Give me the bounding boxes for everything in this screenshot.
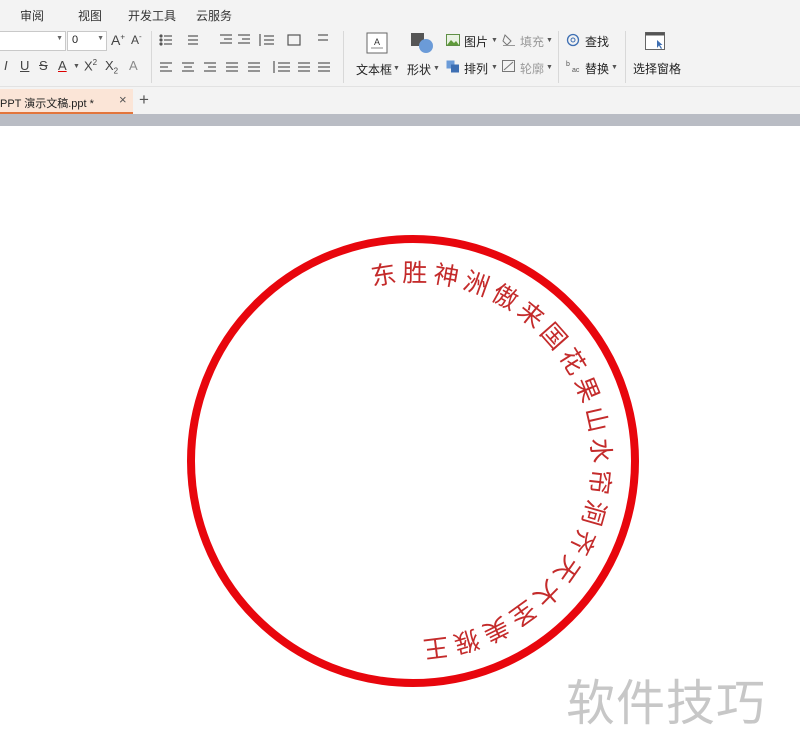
document-tab-title: PPT 演示文稿.ppt * [0, 98, 94, 110]
workspace-divider [0, 114, 800, 126]
chevron-down-icon[interactable]: ▼ [73, 63, 80, 70]
ribbon-separator [558, 31, 559, 83]
seal-graphic[interactable]: 东胜神洲傲来国花果山水帘洞齐天大圣美猴王 [0, 126, 800, 756]
seal-char: 圣 [504, 595, 541, 633]
font-name-input[interactable]: ▼ [0, 31, 66, 51]
seal-char: 洲 [460, 266, 493, 302]
ribbon-toolbar: ▼ 0 ▼ A+ A- I U S A ▼ X2 X2 A A 文本框 ▼ 形状… [0, 27, 800, 87]
italic-icon[interactable]: I [4, 58, 8, 73]
menu-tab-developer[interactable]: 开发工具 [128, 7, 176, 24]
seal-char: 果 [569, 372, 605, 406]
seal-char: 水 [586, 437, 616, 464]
clear-format-icon[interactable]: A [129, 58, 138, 73]
seal-char: 齐 [564, 524, 601, 559]
new-tab-button[interactable]: + [139, 91, 149, 108]
menu-tab-cloud[interactable]: 云服务 [196, 7, 232, 24]
svg-text:A: A [374, 37, 380, 47]
ribbon-separator [343, 31, 344, 83]
chevron-down-icon[interactable]: ▼ [433, 65, 440, 72]
seal-char: 洞 [576, 497, 611, 529]
textbox-icon[interactable]: A [366, 32, 388, 54]
svg-text:b: b [566, 61, 570, 68]
grow-font-icon[interactable]: A+ [111, 32, 125, 48]
close-icon[interactable]: × [119, 92, 127, 107]
arrange-icon[interactable] [446, 60, 460, 73]
chevron-down-icon[interactable]: ▼ [546, 37, 553, 44]
find-button[interactable]: 查找 [585, 33, 609, 50]
chevron-down-icon[interactable]: ▼ [546, 64, 553, 71]
font-size-value: 0 [72, 34, 79, 46]
ribbon-separator [625, 31, 626, 83]
subscript-icon[interactable]: X2 [105, 58, 118, 76]
strikethrough-icon[interactable]: S [39, 58, 48, 73]
replace-icon[interactable]: b ac [566, 59, 582, 73]
chevron-down-icon[interactable]: ▼ [97, 35, 104, 42]
seal-char: 美 [478, 611, 513, 648]
selection-pane-icon[interactable] [645, 32, 665, 50]
document-tab-bar: PPT 演示文稿.ppt * × + [0, 87, 800, 114]
outline-icon[interactable] [502, 60, 516, 73]
menu-tab-review[interactable]: 审阅 [20, 7, 44, 24]
paragraph-tools-icon[interactable] [158, 33, 378, 83]
seal-char: 王 [422, 632, 450, 664]
chevron-down-icon[interactable]: ▼ [56, 35, 63, 42]
shrink-font-icon[interactable]: A- [131, 32, 142, 47]
seal-char: 山 [579, 404, 613, 435]
seal-ring[interactable] [187, 235, 639, 687]
chevron-down-icon[interactable]: ▼ [611, 64, 618, 71]
chevron-down-icon[interactable]: ▼ [491, 37, 498, 44]
watermark-text: 软件技巧 [566, 675, 767, 732]
chevron-down-icon[interactable]: ▼ [491, 64, 498, 71]
picture-button[interactable]: 图片 [464, 33, 488, 50]
menu-bar: 审阅 视图 开发工具 云服务 [0, 0, 800, 27]
shape-button[interactable]: 形状 [407, 61, 431, 78]
shape-icon[interactable] [410, 32, 434, 54]
textbox-button[interactable]: 文本框 [356, 61, 392, 78]
ribbon-separator [151, 31, 152, 83]
seal-char: 花 [554, 343, 592, 380]
seal-char: 神 [431, 259, 461, 292]
fill-icon[interactable] [502, 33, 516, 46]
chevron-down-icon[interactable]: ▼ [393, 65, 400, 72]
arrange-button[interactable]: 排列 [464, 60, 488, 77]
menu-tab-view[interactable]: 视图 [78, 7, 102, 24]
outline-button[interactable]: 轮廓 [520, 60, 544, 77]
slide-canvas[interactable]: 东胜神洲傲来国花果山水帘洞齐天大圣美猴王 [0, 126, 800, 756]
svg-text:ac: ac [572, 67, 580, 73]
replace-button[interactable]: 替换 [585, 60, 609, 77]
picture-icon[interactable] [446, 34, 460, 46]
selection-pane-button[interactable]: 选择窗格 [633, 60, 681, 77]
document-tab-active[interactable]: PPT 演示文稿.ppt * × [0, 89, 133, 114]
seal-char: 东 [369, 259, 398, 292]
superscript-icon[interactable]: X2 [84, 58, 97, 73]
seal-char: 胜 [402, 258, 427, 287]
seal-char: 帘 [584, 468, 616, 496]
font-color-icon[interactable]: A [58, 58, 67, 73]
fill-button[interactable]: 填充 [520, 33, 544, 50]
search-icon[interactable] [566, 33, 580, 47]
font-size-input[interactable]: 0 ▼ [67, 31, 107, 51]
underline-icon[interactable]: U [20, 58, 29, 73]
seal-char: 猴 [450, 624, 482, 659]
